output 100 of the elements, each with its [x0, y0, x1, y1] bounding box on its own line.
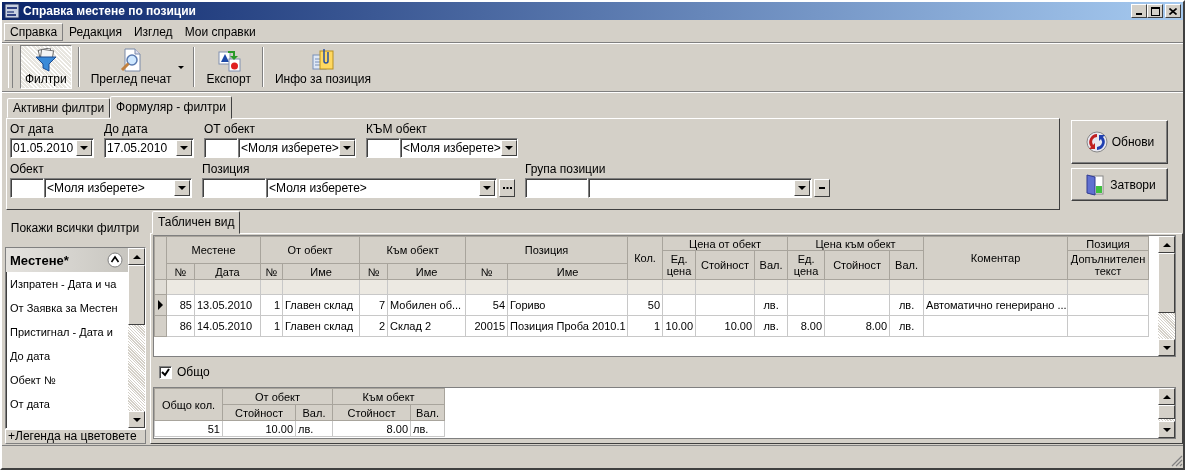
dropdown-field[interactable]: <Моля изберете> [238, 138, 356, 158]
column-header[interactable]: Местене [166, 236, 261, 264]
document-magnifier-icon [119, 48, 144, 72]
field-label: Обект [10, 162, 44, 178]
column-header[interactable]: Общо кол. [154, 388, 223, 421]
table-cell: 20015 [465, 315, 508, 337]
dropdown-field[interactable]: <Моля изберете> [266, 178, 497, 198]
column-header[interactable]: Позиция [465, 236, 628, 264]
column-header[interactable]: Стойност [824, 250, 890, 280]
list-item[interactable]: От Заявка за Местен [6, 296, 128, 321]
dropdown-button[interactable] [794, 180, 810, 196]
browse-button[interactable] [499, 179, 515, 197]
scroll-up-button[interactable] [128, 248, 145, 266]
action-button[interactable]: Обнови [1071, 120, 1168, 164]
scrollbar[interactable] [128, 248, 145, 428]
table-cell: лв. [410, 420, 445, 437]
column-header[interactable]: Към обект [332, 388, 445, 405]
menu-item[interactable]: Редакция [63, 23, 128, 41]
table-cell: 10.00 [695, 315, 755, 337]
table-cell: 7 [359, 294, 388, 316]
list-item[interactable]: От дата [6, 392, 128, 417]
action-button[interactable]: Затвори [1071, 168, 1168, 201]
scroll-down-button[interactable] [128, 411, 145, 428]
dropdown-field[interactable] [588, 178, 812, 198]
list-header-label: Местене* [10, 252, 69, 268]
list-header[interactable]: Местене* [6, 248, 128, 273]
table-cell: Позиция Проба 2010.1 [507, 315, 628, 337]
column-header[interactable]: Цена към обект [787, 236, 924, 251]
maximize-button[interactable] [1147, 4, 1163, 18]
scroll-down-button[interactable] [1158, 421, 1175, 438]
scrollbar[interactable] [1158, 236, 1175, 356]
toolbar-button[interactable]: Инфо за позиция [269, 45, 376, 89]
tab[interactable]: Табличен вид [152, 211, 241, 234]
column-header[interactable]: Коментар [923, 236, 1068, 280]
list-item[interactable]: Изпратен - Дата и ча [6, 272, 128, 297]
table-cell: 10.00 [662, 315, 696, 337]
maximize-icon [1150, 6, 1160, 16]
scroll-up-button[interactable] [1158, 236, 1175, 253]
code-field[interactable] [525, 178, 588, 198]
field-label: Група позиции [525, 162, 606, 178]
clear-button[interactable] [814, 179, 830, 197]
menu-item[interactable]: Изглед [127, 23, 179, 41]
menu-item[interactable]: Справка [4, 23, 64, 41]
table-cell: лв. [889, 315, 924, 337]
dropdown-button[interactable] [174, 180, 190, 196]
scroll-thumb[interactable] [1158, 253, 1175, 313]
row-selector[interactable] [154, 294, 167, 316]
ellipsis-icon [502, 186, 512, 190]
toolbar-button[interactable]: Филтри [20, 45, 72, 89]
list-item[interactable]: Пристигнал - Дата и [6, 320, 128, 345]
dropdown-button[interactable] [479, 180, 495, 196]
column-header[interactable]: Към обект [359, 236, 466, 264]
scroll-thumb[interactable] [128, 265, 145, 326]
shapes-arrow-icon [216, 48, 241, 72]
column-header[interactable]: Кол. [627, 236, 663, 280]
code-field[interactable] [202, 178, 266, 198]
table-cell: лв. [889, 294, 924, 316]
toolbar-button[interactable]: Преглед печат [85, 45, 177, 89]
legend-toggle[interactable]: +Легенда на цветовете [5, 429, 146, 444]
show-filters-button[interactable]: Покажи всички филтри [10, 210, 140, 246]
menu-item[interactable]: Мои справки [178, 23, 262, 41]
dropdown-button[interactable] [76, 140, 92, 156]
table-cell: 8.00 [824, 315, 890, 337]
column-header[interactable]: Цена от обект [662, 236, 788, 251]
scrollbar[interactable] [1158, 388, 1175, 438]
code-field[interactable] [366, 138, 400, 158]
close-button[interactable] [1165, 4, 1181, 18]
column-header[interactable]: Позиция [1067, 236, 1149, 251]
close-icon [1169, 7, 1177, 15]
column-header[interactable]: От обект [222, 388, 333, 405]
code-field[interactable] [10, 178, 44, 198]
toolbar-button[interactable]: Експорт [201, 45, 256, 89]
column-header[interactable]: От обект [260, 236, 360, 264]
table-cell: 2 [359, 315, 388, 337]
code-field[interactable] [204, 138, 238, 158]
table-cell: 13.05.2010 [194, 294, 261, 316]
scroll-up-button[interactable] [1158, 388, 1175, 405]
resize-grip-icon [1171, 455, 1183, 467]
dropdown-field[interactable]: <Моля изберете> [400, 138, 518, 158]
list-item[interactable]: Обект № [6, 368, 128, 393]
table-cell: 14.05.2010 [194, 315, 261, 337]
dropdown-field[interactable]: 17.05.2010 [104, 138, 194, 158]
minimize-button[interactable] [1131, 4, 1147, 18]
tab[interactable]: Формуляр - филтри [110, 96, 232, 119]
table-cell: Автоматично генерирано ... [923, 294, 1068, 316]
scroll-thumb[interactable] [1158, 405, 1175, 419]
checkbox[interactable] [159, 365, 172, 379]
dropdown-field[interactable]: <Моля изберете> [44, 178, 192, 198]
column-header[interactable]: Стойност [695, 250, 755, 280]
list-item[interactable]: До дата [6, 344, 128, 369]
dropdown-field[interactable]: 01.05.2010 [10, 138, 94, 158]
tab[interactable]: Активни филтри [7, 98, 111, 118]
dropdown-button[interactable] [176, 140, 192, 156]
dropdown-button[interactable] [500, 140, 517, 156]
field-label: От дата [10, 122, 54, 138]
dropdown-button[interactable] [338, 140, 355, 156]
table-cell: лв. [295, 420, 333, 437]
table-cell: Главен склад [282, 315, 360, 337]
column-header[interactable]: Допълнителен текст [1067, 250, 1149, 280]
scroll-down-button[interactable] [1158, 339, 1175, 356]
